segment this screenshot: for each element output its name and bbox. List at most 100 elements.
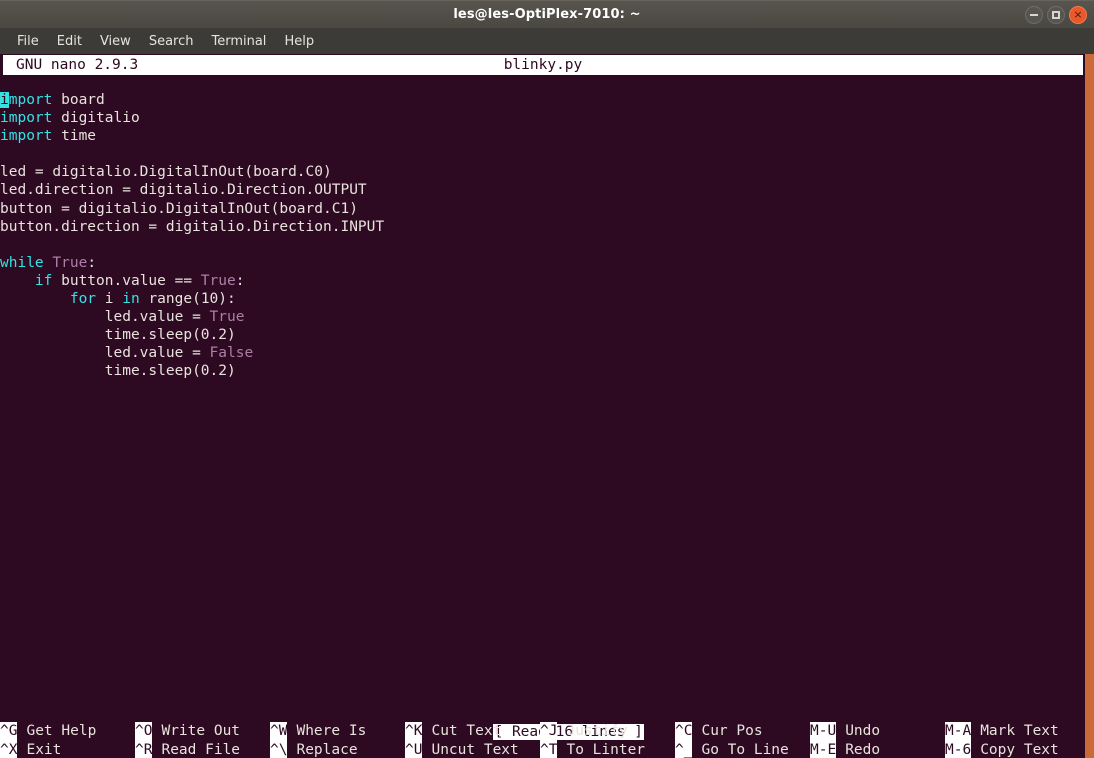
code-line: for i in range(10): [0, 290, 1085, 308]
shortcut-label: Mark Text [980, 723, 1059, 739]
shortcut-mark-text[interactable]: M-A Mark Text [945, 722, 1080, 741]
minimize-icon [1030, 14, 1038, 16]
terminal-body[interactable]: GNU nano 2.9.3 blinky.py import board imp… [0, 54, 1094, 758]
code-line: led.direction = digitalio.Direction.OUTP… [0, 181, 1085, 199]
code-token: led.direction = digitalio.Direction.OUTP… [0, 182, 367, 199]
code-token: mport [8, 92, 53, 108]
nano-filename: blinky.py [503, 57, 583, 73]
shortcut-key: ^U [405, 741, 423, 758]
code-line: led.value = False [0, 344, 1085, 362]
menu-item-search[interactable]: Search [140, 31, 203, 52]
shortcut-undo[interactable]: M-U Undo [810, 722, 945, 741]
shortcut-key: ^K [405, 722, 423, 741]
code-editor-area[interactable]: import board import digitalio import time … [0, 91, 1085, 381]
maximize-button[interactable] [1047, 6, 1065, 24]
code-token: digitalio [52, 110, 140, 127]
window-titlebar[interactable]: les@les-OptiPlex-7010: ~ × [0, 0, 1094, 28]
shortcut-cur-pos[interactable]: ^C Cur Pos [675, 722, 810, 741]
shortcut-key: ^C [675, 722, 693, 741]
shortcut-key: M-U [810, 722, 837, 741]
shortcut-to-linter[interactable]: ^T To Linter [540, 741, 675, 758]
menu-item-terminal[interactable]: Terminal [202, 31, 275, 52]
code-token: import [0, 110, 53, 127]
shortcut-label: Go To Line [701, 742, 789, 758]
shortcut-label: Replace [296, 742, 358, 758]
shortcut-exit[interactable]: ^X Exit [0, 741, 135, 758]
shortcut-label: Where Is [296, 723, 367, 739]
close-button[interactable]: × [1069, 6, 1087, 24]
maximize-icon [1052, 11, 1060, 19]
code-token: button.direction = digitalio.Direction.I… [0, 218, 385, 235]
shortcut-label: Cur Pos [701, 723, 763, 739]
shortcut-redo[interactable]: M-E Redo [810, 741, 945, 758]
shortcut-label: Exit [26, 742, 62, 758]
menu-item-edit[interactable]: Edit [48, 31, 91, 52]
code-token: time.sleep(0.2) [104, 363, 236, 380]
shortcut-key: ^J [540, 722, 558, 741]
minimize-button[interactable] [1025, 6, 1043, 24]
shortcut-go-to-line[interactable]: ^_ Go To Line [675, 741, 810, 758]
code-line: led = digitalio.DigitalInOut(board.C0) [0, 163, 1085, 181]
shortcut-write-out[interactable]: ^O Write Out [135, 722, 270, 741]
shortcut-label: Read File [161, 742, 241, 758]
terminal-window: les@les-OptiPlex-7010: ~ × File Edit Vie… [0, 0, 1094, 758]
menu-item-file[interactable]: File [8, 31, 48, 52]
code-line: import time [0, 127, 1085, 145]
code-token: button.value == [52, 272, 201, 289]
code-token: i [96, 291, 123, 308]
nano-titlebar: GNU nano 2.9.3 blinky.py [3, 55, 1083, 75]
shortcut-label: Cut Text [431, 723, 502, 739]
code-line: import board [0, 91, 1085, 109]
shortcut-replace[interactable]: ^\ Replace [270, 741, 405, 758]
shortcut-key: ^\ [270, 741, 288, 758]
shortcut-uncut-text[interactable]: ^U Uncut Text [405, 741, 540, 758]
code-line: led.value = True [0, 308, 1085, 326]
code-line: button = digitalio.DigitalInOut(board.C1… [0, 200, 1085, 218]
shortcut-label: Write Out [161, 723, 241, 739]
menu-item-view[interactable]: View [91, 31, 140, 52]
terminal-scrollbar[interactable] [1085, 54, 1094, 758]
window-title: les@les-OptiPlex-7010: ~ [453, 7, 641, 22]
help-row: ^G Get Help ^O Write Out ^W Where Is ^K Cut Tex… [0, 722, 1085, 741]
shortcut-justify[interactable]: ^J Justify [540, 722, 675, 741]
shortcut-key: ^O [135, 722, 153, 741]
code-line: time.sleep(0.2) [0, 362, 1085, 380]
shortcut-cut-text[interactable]: ^K Cut Text [405, 722, 540, 741]
code-line: import digitalio [0, 109, 1085, 127]
shortcut-key: ^W [270, 722, 288, 741]
shortcut-key: M-A [945, 722, 972, 741]
shortcut-key: M-6 [945, 741, 972, 758]
close-icon: × [1073, 8, 1083, 21]
help-row: ^X Exit ^R Read File ^\ Replace ^U Uncut Text ^T… [0, 741, 1085, 758]
shortcut-label: Undo [845, 723, 881, 739]
code-token: if [34, 272, 53, 289]
code-line: time.sleep(0.2) [0, 326, 1085, 344]
shortcut-label: Uncut Text [431, 742, 519, 758]
code-token: button = digitalio.DigitalInOut(board.C1… [0, 200, 358, 217]
shortcut-label: Justify [566, 723, 628, 739]
code-line: while True: [0, 254, 1085, 272]
shortcut-key: M-E [810, 741, 837, 758]
shortcut-get-help[interactable]: ^G Get Help [0, 722, 135, 741]
code-token: while [0, 254, 44, 271]
shortcut-copy-text[interactable]: M-6 Copy Text [945, 741, 1080, 758]
code-token: time [52, 128, 97, 145]
shortcut-read-file[interactable]: ^R Read File [135, 741, 270, 758]
code-token: in [122, 291, 140, 308]
shortcut-label: Get Help [26, 723, 97, 739]
code-token: True [209, 309, 245, 326]
code-token: : [87, 254, 97, 271]
menu-item-help[interactable]: Help [275, 31, 323, 52]
shortcut-label: Redo [845, 742, 881, 758]
code-token: led.value = [104, 309, 210, 326]
nano-shortcut-help-bar: ^G Get Help ^O Write Out ^W Where Is ^K Cut Tex… [0, 722, 1085, 758]
shortcut-where-is[interactable]: ^W Where Is [270, 722, 405, 741]
code-token: True [52, 254, 88, 271]
